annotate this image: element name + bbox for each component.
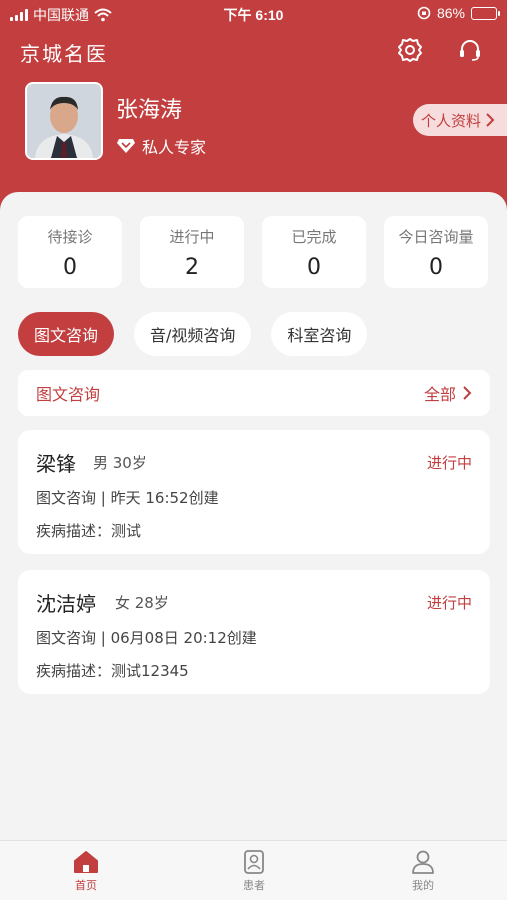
profile-button[interactable]: 个人资料 (412, 104, 507, 136)
consult-info: 图文咨询 | 06月08日 20:12创建 (36, 629, 257, 647)
status-right: 86% (417, 5, 500, 21)
stat-in-progress[interactable]: 进行中 2 (140, 216, 244, 288)
main-panel: 待接诊 0 进行中 2 已完成 0 今日咨询量 0 图文咨询 音/视频咨询 科室… (0, 192, 507, 840)
patient-meta: 女 28岁 (115, 594, 169, 612)
stat-pending[interactable]: 待接诊 0 (18, 216, 122, 288)
doctor-tag-label: 私人专家 (142, 138, 207, 157)
bottom-tab-bar: 首页 患者 我的 (0, 840, 507, 900)
patient-meta: 男 30岁 (93, 454, 147, 472)
tab-mine[interactable]: 我的 (393, 849, 453, 893)
tab-patients[interactable]: 患者 (224, 849, 284, 893)
patient-name: 梁锋 (36, 452, 76, 476)
tab-patients-label: 患者 (243, 879, 265, 892)
stat-label: 已完成 (291, 228, 337, 246)
doctor-tag: 私人专家 (116, 134, 206, 158)
settings-button[interactable] (396, 36, 424, 64)
avatar[interactable] (25, 82, 103, 160)
tab-department-consult[interactable]: 科室咨询 (271, 312, 368, 356)
header: 京城名医 张海涛 私人专家 个人资料 (0, 28, 507, 218)
stat-value: 2 (185, 255, 199, 280)
status-bar: 中国联通 下午 6:10 86% (0, 0, 507, 28)
view-all-label: 全部 (423, 385, 456, 404)
stat-label: 待接诊 (47, 228, 93, 246)
view-all-link[interactable]: 全部 (424, 381, 472, 405)
stat-value: 0 (307, 255, 321, 280)
stat-value: 0 (429, 255, 443, 280)
consult-type-tabs: 图文咨询 音/视频咨询 科室咨询 (18, 312, 368, 356)
headset-icon (460, 40, 480, 61)
section-title: 图文咨询 (36, 385, 101, 404)
stat-completed[interactable]: 已完成 0 (262, 216, 366, 288)
tab-home-label: 首页 (75, 879, 97, 892)
user-icon (412, 850, 434, 874)
patient-name: 沈洁婷 (36, 592, 96, 616)
tab-home[interactable]: 首页 (56, 849, 116, 893)
status-badge: 进行中 (426, 594, 472, 612)
disease-description: 疾病描述：测试12345 (36, 662, 189, 680)
expert-badge-icon (117, 139, 135, 153)
section-header: 图文咨询 全部 (18, 370, 490, 416)
disease-description: 疾病描述：测试 (36, 522, 142, 540)
orientation-lock-icon (417, 6, 431, 20)
chevron-right-icon (463, 386, 472, 400)
profile-button-label: 个人资料 (420, 111, 481, 130)
consultation-card[interactable]: 梁锋 男 30岁 进行中 图文咨询 | 昨天 16:52创建 疾病描述：测试 (18, 430, 490, 554)
consult-info: 图文咨询 | 昨天 16:52创建 (36, 489, 219, 507)
consultation-card[interactable]: 沈洁婷 女 28岁 进行中 图文咨询 | 06月08日 20:12创建 疾病描述… (18, 570, 490, 694)
stat-today-count[interactable]: 今日咨询量 0 (384, 216, 488, 288)
chevron-right-icon (486, 113, 495, 127)
stat-label: 进行中 (169, 228, 215, 246)
battery-icon (471, 6, 500, 20)
app-logo: 京城名医 (20, 42, 108, 66)
doctor-name: 张海涛 (116, 98, 183, 123)
status-badge: 进行中 (426, 454, 472, 472)
gear-icon (398, 38, 422, 62)
stats-row: 待接诊 0 进行中 2 已完成 0 今日咨询量 0 (18, 216, 490, 288)
tab-video-consult[interactable]: 音/视频咨询 (134, 312, 252, 356)
tab-mine-label: 我的 (412, 879, 434, 892)
home-icon (74, 851, 98, 873)
tab-text-consult[interactable]: 图文咨询 (18, 312, 115, 356)
battery-percent: 86% (436, 5, 465, 21)
customer-service-button[interactable] (456, 36, 484, 64)
doctor-photo (27, 84, 101, 158)
stat-value: 0 (63, 255, 77, 280)
stat-label: 今日咨询量 (398, 228, 474, 246)
patient-card-icon (244, 850, 264, 874)
